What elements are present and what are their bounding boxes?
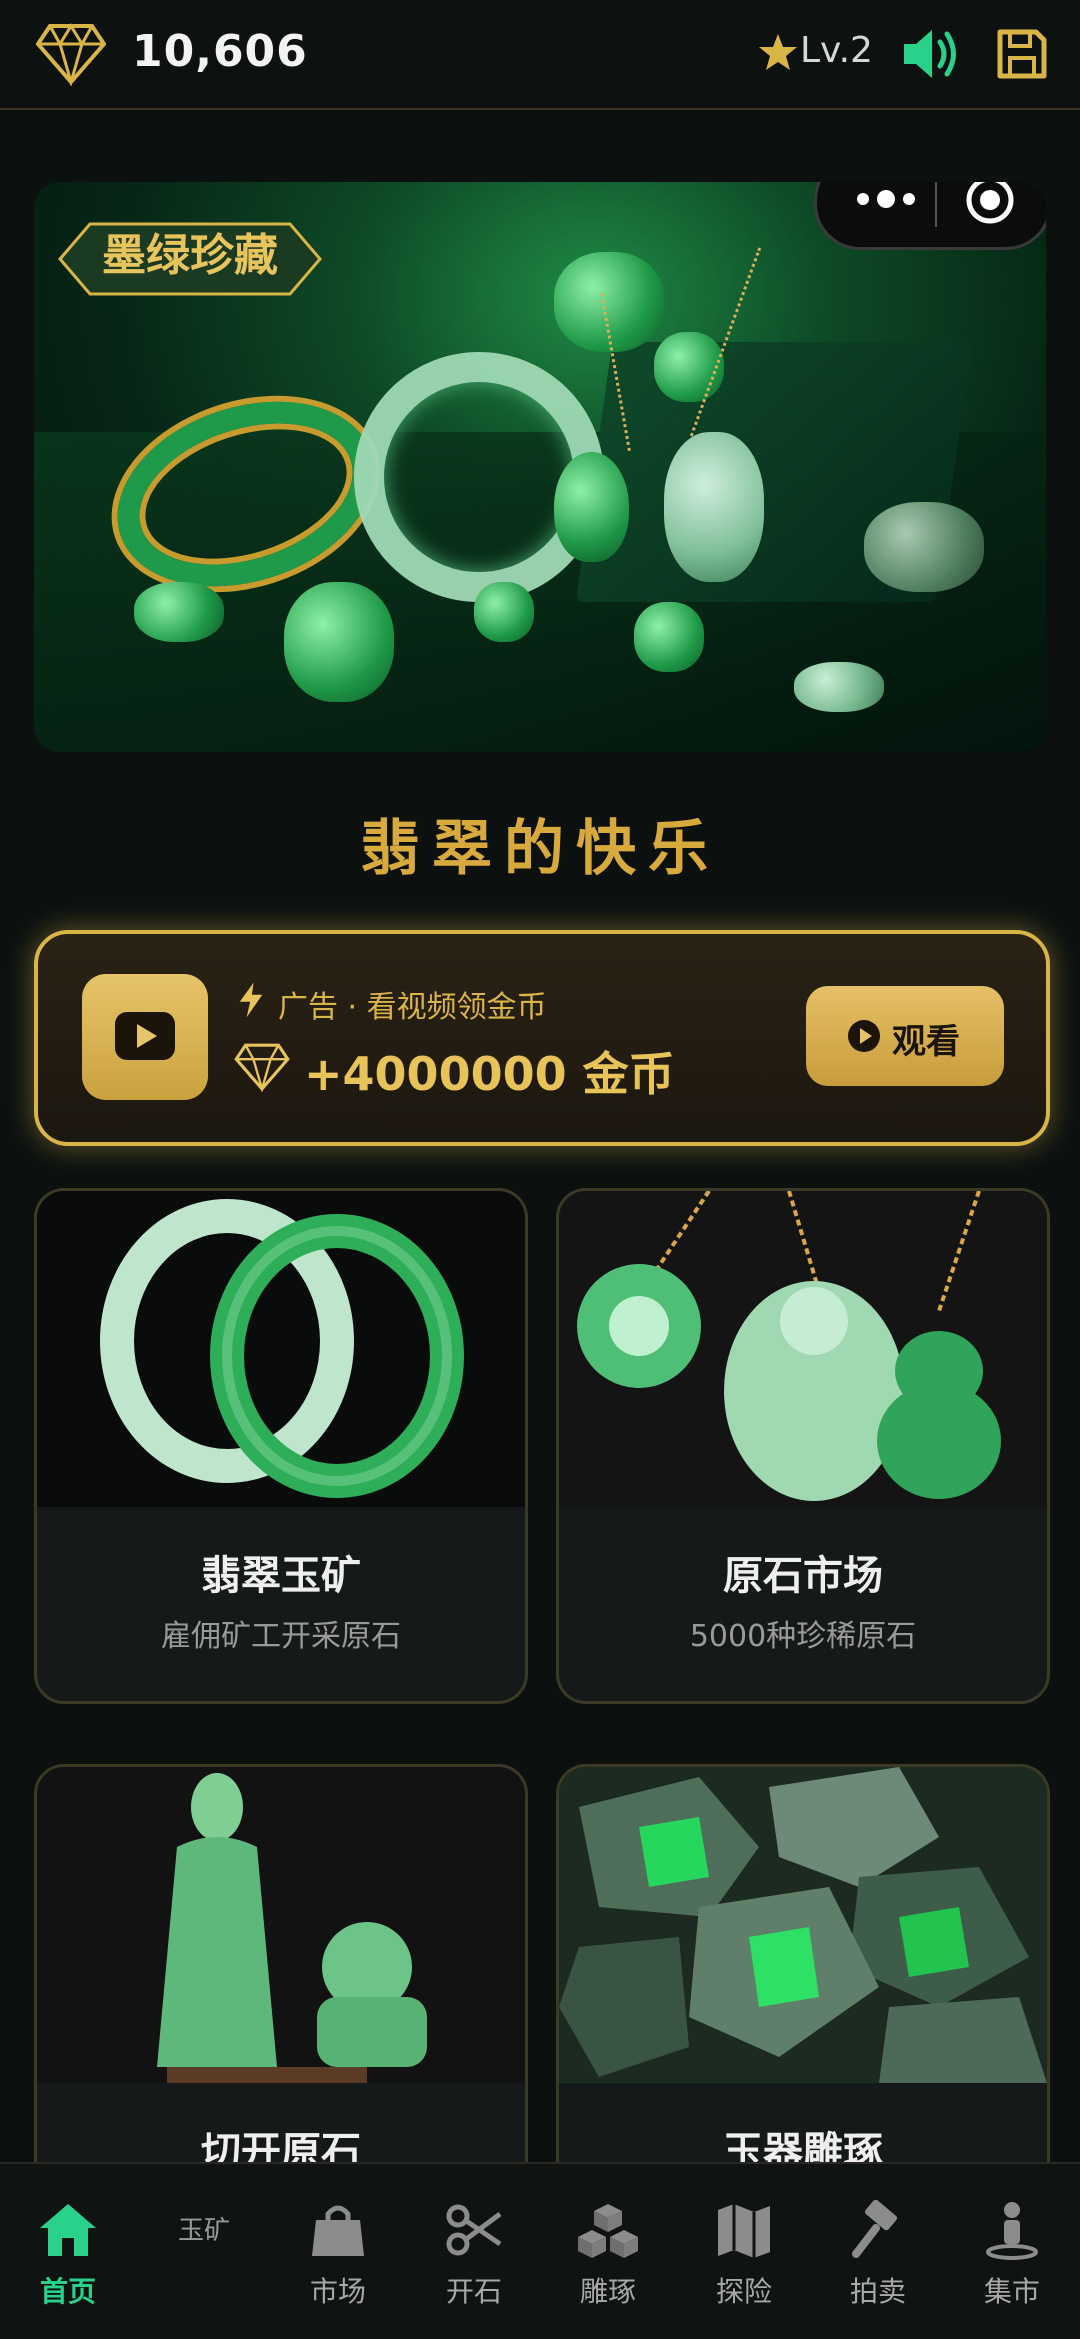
nav-item-home[interactable]: 首页 bbox=[8, 2164, 128, 2339]
jade-bangles-image bbox=[37, 1191, 525, 1507]
bag-icon bbox=[312, 2205, 364, 2256]
jade-ring bbox=[474, 582, 534, 642]
speaker-icon[interactable] bbox=[900, 26, 962, 82]
jade-stone bbox=[134, 582, 224, 642]
card-cut-stone[interactable]: 切开原石 bbox=[34, 1764, 528, 2190]
nav-label: 雕琢 bbox=[579, 2275, 636, 2308]
card-stone-market[interactable]: 原石市场 5000种珍稀原石 bbox=[556, 1188, 1050, 1704]
watch-ad-label: 观看 bbox=[892, 1023, 960, 1061]
person-icon bbox=[986, 2202, 1038, 2260]
star-icon bbox=[759, 34, 797, 70]
card-subtitle: 雇佣矿工开采原石 bbox=[161, 1619, 401, 1654]
play-circle-icon bbox=[848, 1020, 880, 1052]
card-subtitle: 5000种珍稀原石 bbox=[689, 1619, 917, 1654]
diamond-icon bbox=[234, 1043, 290, 1092]
watch-ad-button[interactable]: 观看 bbox=[806, 986, 1004, 1086]
home-icon bbox=[40, 2204, 96, 2256]
nav-item-cut[interactable]: 开石 bbox=[414, 2164, 534, 2339]
jade-stone bbox=[864, 502, 984, 592]
nav-label: 拍卖 bbox=[849, 2275, 906, 2308]
rough-stones-image bbox=[559, 1767, 1047, 2083]
jade-pendant bbox=[554, 452, 629, 562]
map-icon bbox=[718, 2204, 770, 2258]
video-play-icon bbox=[82, 974, 208, 1100]
hero-banner: 墨绿珍藏 bbox=[34, 182, 1046, 752]
bottom-nav: 首页 玉矿 市场 开石 雕琢 探险 拍卖 集市 bbox=[0, 2162, 1080, 2339]
diamond-icon bbox=[36, 23, 106, 86]
nav-item-mine[interactable]: 玉矿 bbox=[144, 2164, 264, 2339]
more-icon[interactable] bbox=[851, 182, 921, 219]
jade-statue-image bbox=[37, 1767, 525, 2083]
app-logo: 墨绿珍藏 bbox=[58, 222, 322, 296]
card-jade-carving[interactable]: 玉器雕琢 bbox=[556, 1764, 1050, 2190]
nav-label: 首页 bbox=[39, 2275, 96, 2308]
close-target-icon[interactable] bbox=[965, 182, 1015, 225]
nav-label: 市场 bbox=[309, 2275, 366, 2308]
ad-reward-amount: +4000000 金币 bbox=[304, 1047, 675, 1101]
mini-program-capsule bbox=[814, 182, 1046, 250]
nav-label: 集市 bbox=[983, 2275, 1040, 2308]
nav-item-carve[interactable]: 雕琢 bbox=[548, 2164, 668, 2339]
cubes-icon bbox=[578, 2204, 638, 2258]
nav-item-market[interactable]: 市场 bbox=[278, 2164, 398, 2339]
lightning-icon bbox=[239, 982, 263, 1018]
nav-label: 探险 bbox=[715, 2275, 772, 2308]
nav-item-auction[interactable]: 拍卖 bbox=[818, 2164, 938, 2339]
jade-pendant bbox=[664, 432, 764, 582]
card-jade-mine[interactable]: 翡翠玉矿 雇佣矿工开采原石 bbox=[34, 1188, 528, 1704]
top-bar: 10,606 Lv.2 bbox=[0, 0, 1080, 110]
gavel-icon bbox=[852, 2200, 898, 2258]
jade-stone bbox=[794, 662, 884, 712]
player-level: Lv.2 bbox=[800, 30, 873, 71]
nav-label: 玉矿 bbox=[177, 2216, 230, 2246]
jade-ring bbox=[634, 602, 704, 672]
nav-item-explore[interactable]: 探险 bbox=[684, 2164, 804, 2339]
ad-reward-card[interactable]: 广告 · 看视频领金币 +4000000 金币 观看 bbox=[34, 930, 1050, 1146]
save-icon[interactable] bbox=[994, 26, 1050, 82]
scissors-icon bbox=[446, 2204, 502, 2256]
nav-item-bazaar[interactable]: 集市 bbox=[952, 2164, 1072, 2339]
card-title: 翡翠玉矿 bbox=[201, 1553, 361, 1599]
page-title: 翡翠的快乐 bbox=[360, 814, 720, 884]
logo-text: 墨绿珍藏 bbox=[102, 230, 278, 281]
nav-label: 开石 bbox=[445, 2275, 502, 2308]
ad-caption: 广告 · 看视频领金币 bbox=[278, 990, 547, 1025]
coin-balance: 10,606 bbox=[132, 26, 308, 77]
jade-pendants-image bbox=[559, 1191, 1047, 1507]
card-title: 原石市场 bbox=[723, 1553, 883, 1599]
jade-pendant bbox=[284, 582, 394, 702]
